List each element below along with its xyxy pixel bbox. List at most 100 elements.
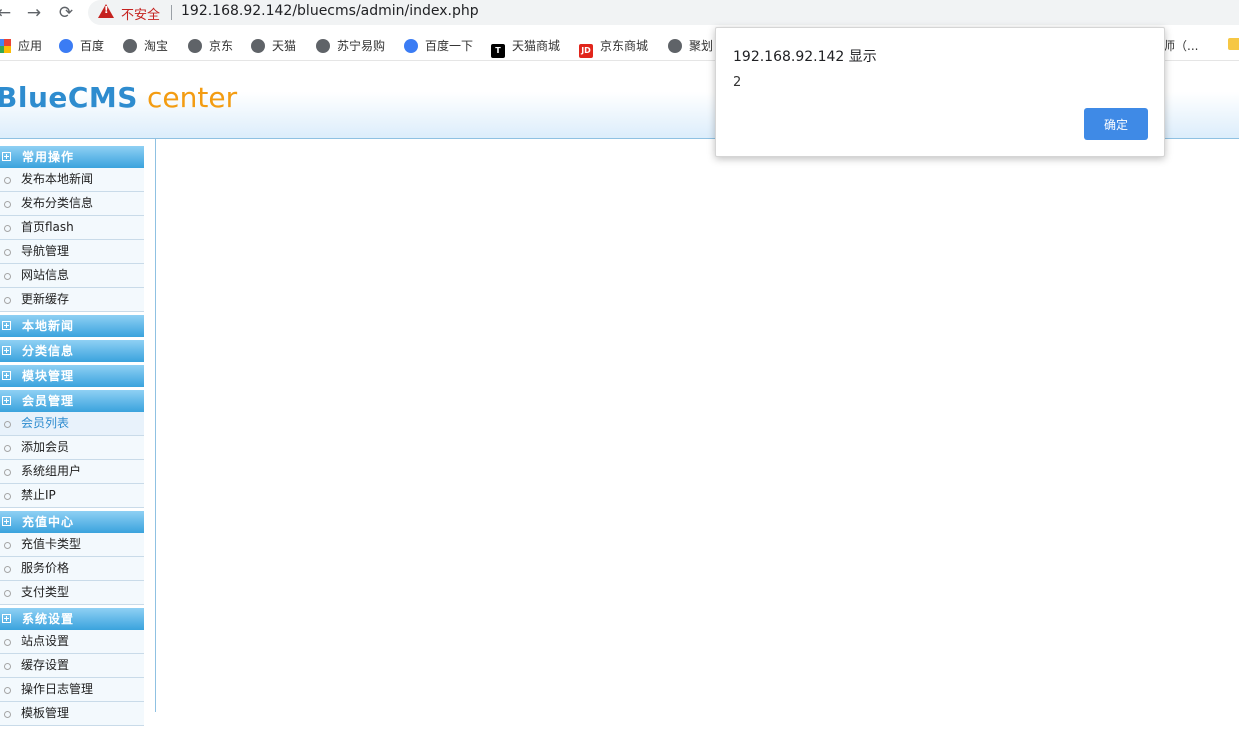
sidebar-item[interactable]: 操作日志管理 — [0, 678, 144, 702]
bookmark-taobao[interactable]: 淘宝 — [123, 37, 168, 53]
sidebar-item[interactable]: 首页flash — [0, 216, 144, 240]
bookmark-baidu[interactable]: 百度 — [59, 37, 104, 53]
folder-icon[interactable] — [1228, 38, 1239, 50]
sidebar-item[interactable]: 发布分类信息 — [0, 192, 144, 216]
ok-button[interactable]: 确定 — [1084, 108, 1148, 140]
globe-icon — [668, 39, 682, 53]
bullet-icon — [4, 469, 11, 476]
sidebar-item-label: 会员列表 — [21, 416, 70, 430]
bookmark-baidu-yixia[interactable]: 百度一下 — [404, 37, 473, 53]
expand-plus-icon — [2, 614, 11, 623]
bookmark-juhua[interactable]: 聚划 — [668, 37, 713, 53]
globe-icon — [188, 39, 202, 53]
sidebar-item[interactable]: 会员列表 — [0, 412, 144, 436]
sidebar-item-label: 添加会员 — [21, 440, 70, 454]
expand-plus-icon — [2, 152, 11, 161]
sidebar-section-label: 本地新闻 — [22, 319, 75, 333]
sidebar-section[interactable]: 会员管理 — [0, 390, 144, 412]
sidebar-item[interactable]: 缓存设置 — [0, 654, 144, 678]
apps-grid-icon — [0, 39, 11, 53]
baidu-paw-icon — [59, 39, 73, 53]
sidebar-item[interactable]: 站点设置 — [0, 630, 144, 654]
bullet-icon — [4, 177, 11, 184]
bookmark-apps[interactable]: 应用 — [0, 37, 42, 53]
logo: BlueCMS — [0, 81, 138, 114]
omnibox-divider — [171, 5, 172, 20]
security-status[interactable]: 不安全 — [121, 4, 160, 23]
sidebar-section-label: 充值中心 — [22, 515, 75, 529]
sidebar-item-label: 系统组用户 — [21, 464, 82, 478]
sidebar-section[interactable]: 常用操作 — [0, 146, 144, 168]
bullet-icon — [4, 493, 11, 500]
bullet-icon — [4, 201, 11, 208]
sidebar-item[interactable]: 发布本地新闻 — [0, 168, 144, 192]
sidebar-item-label: 禁止IP — [21, 488, 56, 502]
bookmark-jingdong[interactable]: 京东 — [188, 37, 233, 53]
bookmark-truncated[interactable]: 师（... — [1163, 37, 1198, 53]
back-icon[interactable]: ← — [0, 3, 14, 23]
sidebar-item-label: 发布本地新闻 — [21, 172, 94, 186]
bullet-icon — [4, 273, 11, 280]
bullet-icon — [4, 225, 11, 232]
sidebar-item[interactable]: 网站信息 — [0, 264, 144, 288]
globe-icon — [251, 39, 265, 53]
sidebar-section-label: 会员管理 — [22, 394, 75, 408]
bullet-icon — [4, 566, 11, 573]
sidebar-item-label: 模板管理 — [21, 706, 70, 720]
bullet-icon — [4, 297, 11, 304]
sidebar-item-label: 服务价格 — [21, 561, 70, 575]
sidebar-item[interactable]: 添加会员 — [0, 436, 144, 460]
expand-plus-icon — [2, 396, 11, 405]
sidebar-item-label: 导航管理 — [21, 244, 70, 258]
bullet-icon — [4, 639, 11, 646]
sidebar-section[interactable]: 模块管理 — [0, 365, 144, 387]
bullet-icon — [4, 711, 11, 718]
reload-icon[interactable]: ⟳ — [56, 3, 76, 23]
expand-plus-icon — [2, 321, 11, 330]
sidebar-section[interactable]: 分类信息 — [0, 340, 144, 362]
sidebar-item-label: 操作日志管理 — [21, 682, 94, 696]
sidebar-section[interactable]: 本地新闻 — [0, 315, 144, 337]
bookmark-tmall[interactable]: T 天猫商城 — [491, 37, 560, 58]
baidu-paw-icon — [404, 39, 418, 53]
browser-address-bar: ← → ⟳ 不安全 192.168.92.142/bluecms/admin/i… — [0, 0, 1239, 26]
bullet-icon — [4, 542, 11, 549]
jd-icon: JD — [579, 44, 593, 58]
sidebar-items: 发布本地新闻发布分类信息首页flash 导航管理网站信息更新缓存 — [0, 168, 144, 312]
bookmark-suning[interactable]: 苏宁易购 — [316, 37, 385, 53]
url-text[interactable]: 192.168.92.142/bluecms/admin/index.php — [181, 3, 479, 19]
sidebar-item[interactable]: 禁止IP — [0, 484, 144, 508]
bookmark-tianmao[interactable]: 天猫 — [251, 37, 296, 53]
dialog-message: 2 — [733, 75, 742, 90]
sidebar-section-label: 模块管理 — [22, 369, 75, 383]
sidebar-item[interactable]: 系统组用户 — [0, 460, 144, 484]
logo-subtitle: center — [147, 81, 238, 114]
sidebar-section[interactable]: 系统设置 — [0, 608, 144, 630]
sidebar-item-label: 缓存设置 — [21, 658, 70, 672]
warning-icon[interactable] — [98, 4, 114, 18]
sidebar-item[interactable]: 支付类型 — [0, 581, 144, 605]
bullet-icon — [4, 590, 11, 597]
sidebar-items: 会员列表添加会员系统组用户禁止IP — [0, 412, 144, 508]
sidebar-section-label: 常用操作 — [22, 150, 75, 164]
sidebar-items: 充值卡类型服务价格支付类型 — [0, 533, 144, 605]
sidebar-item[interactable]: 模板管理 — [0, 702, 144, 726]
globe-icon — [123, 39, 137, 53]
expand-plus-icon — [2, 346, 11, 355]
omnibox[interactable]: 不安全 192.168.92.142/bluecms/admin/index.p… — [88, 0, 1239, 25]
dialog-title: 192.168.92.142 显示 — [733, 49, 877, 65]
sidebar-item-label: 首页flash — [21, 220, 74, 234]
sidebar-item[interactable]: 导航管理 — [0, 240, 144, 264]
sidebar-item[interactable]: 充值卡类型 — [0, 533, 144, 557]
admin-sidebar: 常用操作发布本地新闻发布分类信息首页flash 导航管理网站信息更新缓存本地新闻分… — [0, 139, 156, 726]
forward-icon[interactable]: → — [24, 3, 44, 23]
bookmark-jd-mall[interactable]: JD 京东商城 — [579, 37, 648, 58]
sidebar-item[interactable]: 服务价格 — [0, 557, 144, 581]
sidebar-section[interactable]: 充值中心 — [0, 511, 144, 533]
globe-icon — [316, 39, 330, 53]
sidebar-item-label: 更新缓存 — [21, 292, 70, 306]
sidebar-item-label: 充值卡类型 — [21, 537, 82, 551]
bullet-icon — [4, 687, 11, 694]
sidebar-item[interactable]: 更新缓存 — [0, 288, 144, 312]
sidebar-section-label: 系统设置 — [22, 612, 75, 626]
